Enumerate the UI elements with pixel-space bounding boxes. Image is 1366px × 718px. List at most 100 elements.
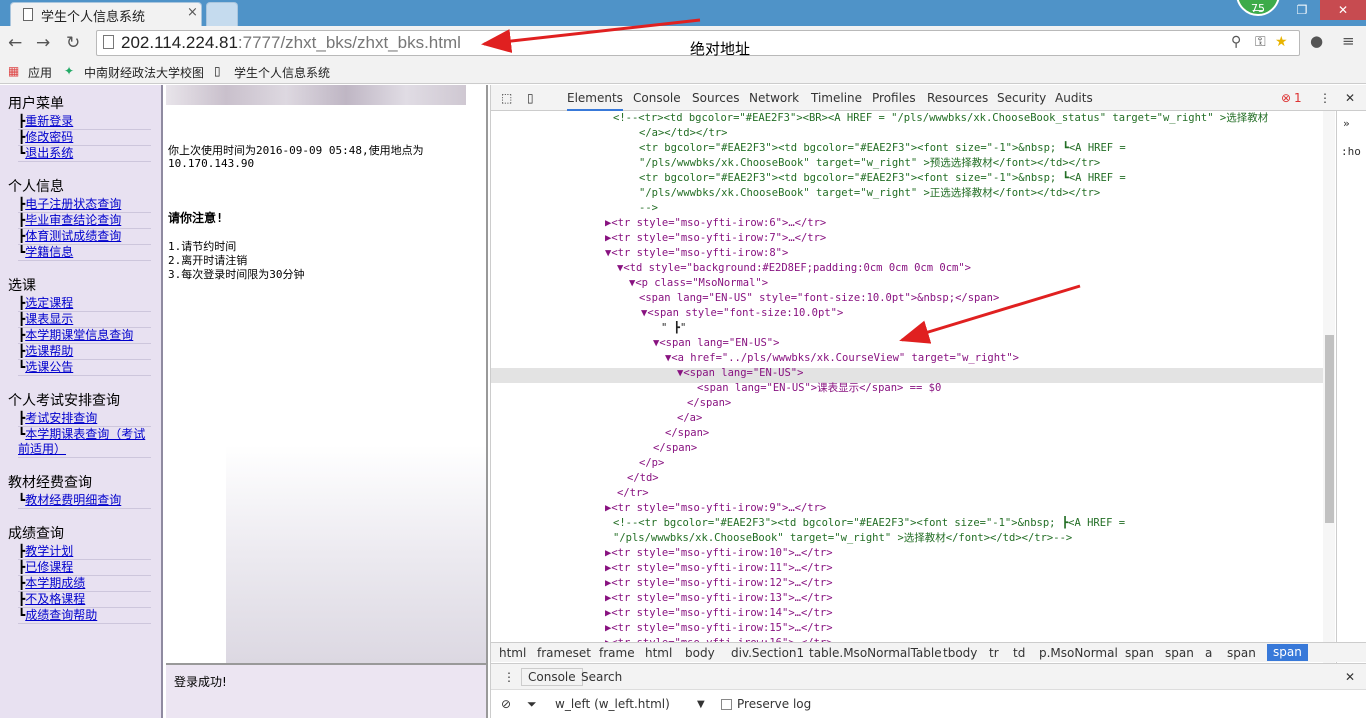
dom-node-line[interactable]: "/pls/wwwbks/xk.ChooseBook" target="w_ri… bbox=[639, 156, 1100, 171]
dom-node-line[interactable]: ▼<p class="MsoNormal"> bbox=[629, 276, 768, 291]
menu-link[interactable]: 课表显示 bbox=[25, 312, 73, 326]
dom-node-line[interactable]: ▶<tr style="mso-yfti-irow:11">…</tr> bbox=[605, 561, 833, 576]
dom-node-line[interactable]: </span> bbox=[653, 441, 697, 456]
menu-item[interactable]: ┗退出系统 bbox=[18, 146, 151, 162]
bookmark-university[interactable]: 中南财经政法大学校图 bbox=[84, 64, 204, 81]
menu-item[interactable]: ┣电子注册状态查询 bbox=[18, 197, 151, 213]
menu-link[interactable]: 教学计划 bbox=[25, 544, 73, 558]
close-devtools-icon[interactable]: ✕ bbox=[1345, 91, 1355, 105]
preserve-log-checkbox[interactable] bbox=[721, 699, 732, 710]
menu-icon[interactable]: ≡ bbox=[1342, 32, 1355, 50]
menu-link[interactable]: 教材经费明细查询 bbox=[25, 493, 121, 507]
context-dropdown-icon[interactable]: ▼ bbox=[697, 699, 705, 710]
minimize-button[interactable]: — bbox=[1238, 0, 1278, 20]
menu-item[interactable]: ┣体育测试成绩查询 bbox=[18, 229, 151, 245]
menu-link[interactable]: 毕业审查结论查询 bbox=[25, 213, 121, 227]
error-icon[interactable]: ⊗ bbox=[1281, 91, 1291, 105]
bookmark-apps[interactable]: 应用 bbox=[28, 64, 52, 81]
menu-item[interactable]: ┗选课公告 bbox=[18, 360, 151, 376]
menu-item[interactable]: ┣不及格课程 bbox=[18, 592, 151, 608]
clear-console-icon[interactable]: ⊘ bbox=[501, 697, 511, 711]
dom-node-line[interactable]: ▼<span lang="EN-US"> bbox=[653, 336, 779, 351]
breadcrumb-item[interactable]: span bbox=[1125, 646, 1154, 660]
menu-item[interactable]: ┣选课帮助 bbox=[18, 344, 151, 360]
menu-item[interactable]: ┣已修课程 bbox=[18, 560, 151, 576]
menu-link[interactable]: 学籍信息 bbox=[25, 245, 73, 259]
dom-node-line[interactable]: ▶<tr style="mso-yfti-irow:15">…</tr> bbox=[605, 621, 833, 636]
dom-node-line[interactable]: <tr bgcolor="#EAE2F3"><td bgcolor="#EAE2… bbox=[639, 141, 1126, 156]
menu-link[interactable]: 体育测试成绩查询 bbox=[25, 229, 121, 243]
dom-node-line[interactable]: ▶<tr style="mso-yfti-irow:14">…</tr> bbox=[605, 606, 833, 621]
menu-item[interactable]: ┗本学期课表查询（考试前适用） bbox=[18, 427, 151, 458]
dom-node-line[interactable]: ▶<tr style="mso-yfti-irow:6">…</tr> bbox=[605, 216, 826, 231]
menu-item[interactable]: ┗学籍信息 bbox=[18, 245, 151, 261]
bookmark-student-system[interactable]: 学生个人信息系统 bbox=[234, 64, 330, 81]
tab-audits[interactable]: Audits bbox=[1055, 91, 1093, 105]
drawer-tab-console[interactable]: Console bbox=[521, 668, 583, 686]
dom-node-line[interactable]: ▼<span style="font-size:10.0pt"> bbox=[641, 306, 843, 321]
menu-item[interactable]: ┣课表显示 bbox=[18, 312, 151, 328]
breadcrumb-item[interactable]: html bbox=[499, 646, 526, 660]
menu-link[interactable]: 本学期成绩 bbox=[25, 576, 85, 590]
breadcrumb-item[interactable]: span bbox=[1165, 646, 1194, 660]
menu-link[interactable]: 已修课程 bbox=[25, 560, 73, 574]
menu-item[interactable]: ┣重新登录 bbox=[18, 114, 151, 130]
dom-node-line[interactable]: </span> bbox=[687, 396, 731, 411]
dom-node-line[interactable]: ▼<tr style="mso-yfti-irow:8"> bbox=[605, 246, 788, 261]
dom-node-line[interactable]: </p> bbox=[639, 456, 664, 471]
dom-node-line[interactable]: ▶<tr style="mso-yfti-irow:9">…</tr> bbox=[605, 501, 826, 516]
tab-sources[interactable]: Sources bbox=[692, 91, 739, 105]
menu-item[interactable]: ┣本学期课堂信息查询 bbox=[18, 328, 151, 344]
tab-security[interactable]: Security bbox=[997, 91, 1046, 105]
dom-node-line[interactable]: </td> bbox=[627, 471, 659, 486]
device-icon[interactable]: ▯ bbox=[527, 91, 534, 105]
menu-link[interactable]: 选课帮助 bbox=[25, 344, 73, 358]
dom-node-line[interactable]: </a></td></tr> bbox=[639, 126, 728, 141]
menu-item[interactable]: ┣考试安排查询 bbox=[18, 411, 151, 427]
breadcrumb-item[interactable]: span bbox=[1267, 644, 1308, 661]
menu-link[interactable]: 退出系统 bbox=[25, 146, 73, 160]
breadcrumb-item[interactable]: body bbox=[685, 646, 715, 660]
menu-link[interactable]: 本学期课表查询（考试前适用） bbox=[18, 427, 145, 456]
dom-node-line[interactable]: " ┣" bbox=[661, 321, 686, 336]
inspect-icon[interactable]: ⬚ bbox=[501, 91, 512, 105]
menu-item[interactable]: ┣选定课程 bbox=[18, 296, 151, 312]
tab-elements[interactable]: Elements bbox=[567, 85, 623, 111]
dom-node-line[interactable]: ▶<tr style="mso-yfti-irow:7">…</tr> bbox=[605, 231, 826, 246]
zoom-icon[interactable]: ⚲ bbox=[1231, 34, 1241, 50]
menu-item[interactable]: ┣本学期成绩 bbox=[18, 576, 151, 592]
back-icon[interactable]: ← bbox=[8, 33, 22, 53]
dom-node-line[interactable]: <span lang="EN-US">课表显示</span> == $0 bbox=[697, 381, 941, 396]
breadcrumb-item[interactable]: frameset bbox=[537, 646, 591, 660]
dom-node-line[interactable]: "/pls/wwwbks/xk.ChooseBook" target="w_ri… bbox=[613, 531, 1072, 546]
reload-icon[interactable]: ↻ bbox=[66, 33, 80, 53]
tab-student-info[interactable]: 学生个人信息系统 × bbox=[10, 2, 202, 26]
breadcrumb-item[interactable]: span bbox=[1227, 646, 1256, 660]
maximize-button[interactable]: ❐ bbox=[1282, 0, 1322, 20]
dom-node-line[interactable]: ▶<tr style="mso-yfti-irow:10">…</tr> bbox=[605, 546, 833, 561]
dom-node-line[interactable]: <tr bgcolor="#EAE2F3"><td bgcolor="#EAE2… bbox=[639, 171, 1126, 186]
dom-node-line[interactable]: ▶<tr style="mso-yfti-irow:12">…</tr> bbox=[605, 576, 833, 591]
breadcrumb-item[interactable]: p.MsoNormal bbox=[1039, 646, 1118, 660]
extension-icon[interactable]: ● bbox=[1310, 32, 1323, 50]
breadcrumb-item[interactable]: tr bbox=[989, 646, 999, 660]
menu-link[interactable]: 重新登录 bbox=[25, 114, 73, 128]
menu-link[interactable]: 修改密码 bbox=[25, 130, 73, 144]
key-icon[interactable]: ⚿ bbox=[1255, 34, 1266, 50]
collapse-icon[interactable]: » bbox=[1343, 117, 1350, 130]
dom-node-line[interactable]: ▼<td style="background:#E2D8EF;padding:0… bbox=[617, 261, 971, 276]
dom-node-line[interactable]: <!--<tr bgcolor="#EAE2F3"><td bgcolor="#… bbox=[613, 516, 1125, 531]
dom-node-line[interactable]: ▼<a href="../pls/wwwbks/xk.CourseView" t… bbox=[665, 351, 1019, 366]
menu-item[interactable]: ┣教学计划 bbox=[18, 544, 151, 560]
tab-close-icon[interactable]: × bbox=[187, 5, 198, 20]
dom-node-line[interactable]: <!--<tr><td bgcolor="#EAE2F3"><BR><A HRE… bbox=[613, 111, 1268, 126]
tab-timeline[interactable]: Timeline bbox=[811, 91, 862, 105]
tab-profiles[interactable]: Profiles bbox=[872, 91, 916, 105]
bookmark-star-icon[interactable]: ★ bbox=[1275, 34, 1288, 50]
breadcrumb-item[interactable]: frame bbox=[599, 646, 635, 660]
breadcrumb-item[interactable]: html bbox=[645, 646, 672, 660]
menu-item[interactable]: ┣修改密码 bbox=[18, 130, 151, 146]
dom-node-line[interactable]: </span> bbox=[665, 426, 709, 441]
page-info-icon[interactable] bbox=[103, 35, 114, 49]
breadcrumb-item[interactable]: div.Section1 bbox=[731, 646, 804, 660]
